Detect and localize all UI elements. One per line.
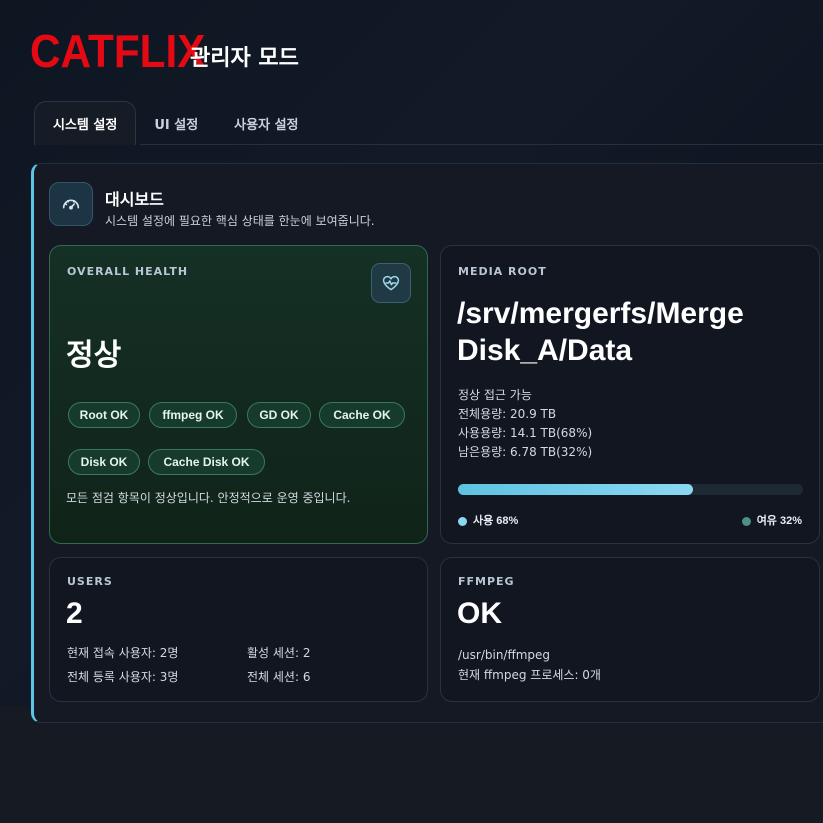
- users-card: USERS 2 현재 접속 사용자: 2명 전체 등록 사용자: 3명 활성 세…: [49, 557, 428, 702]
- tab-user-settings[interactable]: 사용자 설정: [216, 101, 316, 145]
- check-badge-cache: Cache OK: [319, 402, 405, 428]
- ffmpeg-label: FFMPEG: [458, 575, 515, 588]
- header: CATFLIX 관리자 모드: [30, 26, 299, 76]
- health-message: 모든 점검 항목이 정상입니다. 안정적으로 운영 중입니다.: [66, 491, 351, 505]
- media-path-line-2: Disk_A/Data: [457, 334, 633, 367]
- heart-pulse-icon: [371, 263, 411, 303]
- legend-used: 사용 68%: [458, 512, 518, 528]
- catflix-logo[interactable]: CATFLIX: [30, 26, 206, 76]
- legend-free-label: 여유 32%: [756, 515, 802, 527]
- check-badge-cache-disk: Cache Disk OK: [148, 449, 265, 475]
- media-path: /srv/mergerfs/Merge Disk_A/Data: [457, 295, 744, 369]
- health-label: OVERALL HEALTH: [67, 265, 189, 278]
- check-badge-disk: Disk OK: [68, 449, 140, 475]
- users-registered: 전체 등록 사용자: 3명: [67, 670, 179, 684]
- media-label: MEDIA ROOT: [458, 265, 547, 278]
- used-dot-icon: [458, 516, 467, 526]
- ffmpeg-path: /usr/bin/ffmpeg: [458, 648, 551, 662]
- dashboard-subtitle: 시스템 설정에 필요한 핵심 상태를 한눈에 보여줍니다.: [105, 214, 375, 228]
- media-used-capacity: 사용용량: 14.1 TB(68%): [458, 426, 593, 440]
- tab-ui-settings[interactable]: UI 설정: [136, 101, 216, 145]
- media-free-capacity: 남은용량: 6.78 TB(32%): [458, 445, 593, 459]
- media-path-line-1: /srv/mergerfs/Merge: [457, 297, 744, 330]
- total-sessions: 전체 세션: 6: [247, 670, 311, 684]
- legend-free: 여유 32%: [741, 512, 802, 528]
- media-total-capacity: 전체용량: 20.9 TB: [458, 407, 557, 421]
- speedometer-icon: [49, 182, 93, 226]
- free-dot-icon: [741, 516, 751, 526]
- check-badge-ffmpeg: ffmpeg OK: [149, 402, 237, 428]
- ffmpeg-processes: 현재 ffmpeg 프로세스: 0개: [458, 668, 601, 682]
- tab-divider: [140, 144, 823, 145]
- disk-usage-bar: [458, 484, 803, 495]
- overall-health-card: OVERALL HEALTH 정상 Root OK ffmpeg OK GD O…: [49, 245, 428, 544]
- media-root-card: MEDIA ROOT /srv/mergerfs/Merge Disk_A/Da…: [440, 245, 820, 544]
- check-badge-gd: GD OK: [247, 402, 311, 428]
- users-count: 2: [66, 597, 83, 630]
- admin-mode-title: 관리자 모드: [190, 46, 299, 71]
- health-status: 정상: [66, 339, 122, 372]
- tab-system-settings[interactable]: 시스템 설정: [34, 101, 137, 145]
- settings-tabs: 시스템 설정 UI 설정 사용자 설정: [34, 101, 317, 145]
- users-online: 현재 접속 사용자: 2명: [67, 646, 179, 660]
- dashboard-title: 대시보드: [105, 190, 164, 209]
- ffmpeg-status: OK: [457, 597, 502, 630]
- ffmpeg-card: FFMPEG OK /usr/bin/ffmpeg 현재 ffmpeg 프로세스…: [440, 557, 820, 702]
- disk-usage-fill: [458, 484, 693, 495]
- media-access-status: 정상 접근 가능: [458, 388, 532, 402]
- check-badge-root: Root OK: [68, 402, 140, 428]
- legend-used-label: 사용 68%: [473, 515, 519, 527]
- users-label: USERS: [67, 575, 113, 588]
- active-sessions: 활성 세션: 2: [247, 646, 311, 660]
